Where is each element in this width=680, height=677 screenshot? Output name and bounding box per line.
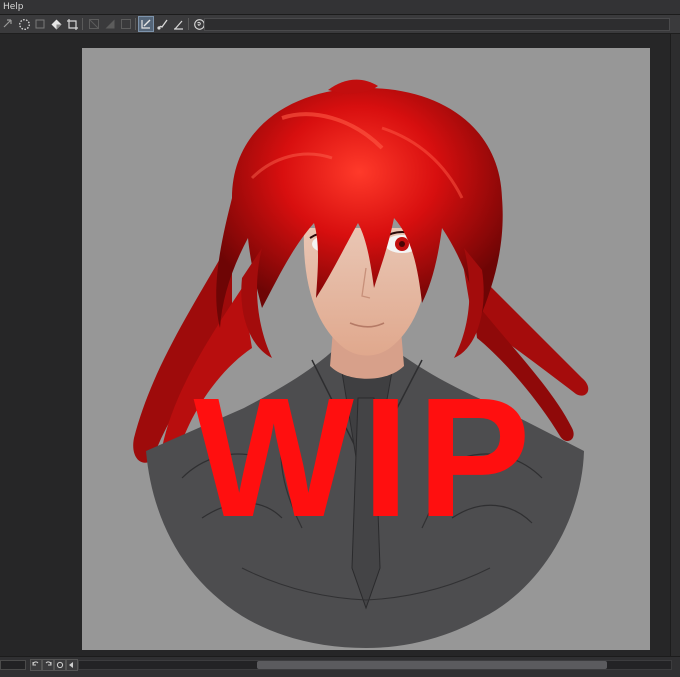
right-panel-edge <box>670 34 680 656</box>
toolbar-separator <box>188 18 189 30</box>
ruler-pen-icon[interactable] <box>138 16 154 32</box>
scrollbar-thumb[interactable] <box>257 661 607 669</box>
arrow-icon[interactable] <box>0 16 16 32</box>
disabled-transform-icon[interactable] <box>86 16 102 32</box>
fill-icon[interactable] <box>48 16 64 32</box>
canvas-workspace[interactable]: WIP <box>0 34 680 656</box>
rotate-right-icon[interactable] <box>42 659 54 671</box>
crop-icon[interactable] <box>64 16 80 32</box>
ruler-icon[interactable] <box>170 16 186 32</box>
menu-bar: Help <box>0 0 680 15</box>
tool-property-bar <box>0 15 680 34</box>
brush-icon[interactable] <box>154 16 170 32</box>
wip-label: WIP <box>193 363 538 553</box>
zoom-field[interactable] <box>0 660 26 670</box>
horizontal-scrollbar[interactable] <box>78 660 672 670</box>
square-select-icon[interactable] <box>32 16 48 32</box>
artwork: WIP <box>133 79 589 648</box>
dotted-circle-select-icon[interactable] <box>16 16 32 32</box>
flip-icon[interactable] <box>66 659 78 671</box>
toolbar-separator <box>135 18 136 30</box>
reset-rotation-icon[interactable] <box>54 659 66 671</box>
disabled-square-icon[interactable] <box>118 16 134 32</box>
menu-help[interactable]: Help <box>3 1 24 13</box>
wip-overlay: WIP <box>193 363 538 553</box>
paint-app-window: Help WIP <box>0 0 680 677</box>
disabled-triangle-icon[interactable] <box>102 16 118 32</box>
navigator-status-bar <box>0 656 680 677</box>
drawing-canvas[interactable]: WIP <box>82 48 650 650</box>
rotate-left-icon[interactable] <box>30 659 42 671</box>
toolbar-separator <box>82 18 83 30</box>
tool-option-field[interactable] <box>204 18 670 31</box>
